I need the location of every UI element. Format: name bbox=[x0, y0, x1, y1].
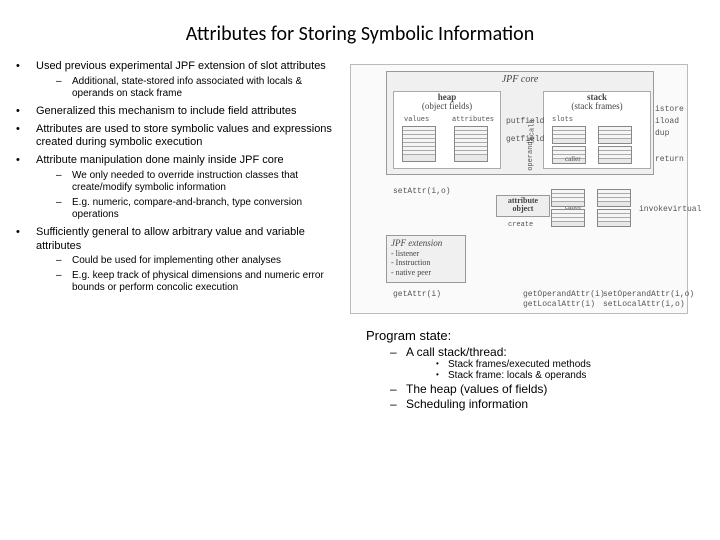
diagram-jpf-core-label: JPF core bbox=[502, 74, 539, 85]
diagram-return-label: return bbox=[655, 155, 684, 164]
bullet-4-sub-2: E.g. numeric, compare-and-branch, type c… bbox=[54, 197, 344, 222]
bullet-1: Used previous experimental JPF extension… bbox=[14, 60, 344, 101]
diagram-callee-slots-1 bbox=[551, 189, 585, 207]
diagram-heap-values-col bbox=[402, 126, 436, 162]
diagram-stack-box: stack (stack frames) slots locals operan… bbox=[543, 91, 651, 169]
bullet-5-sub-1: Could be used for implementing other ana… bbox=[54, 255, 344, 268]
diagram-heap-box: heap (object fields) values attributes bbox=[393, 91, 501, 169]
diagram-stack-attr-col-2 bbox=[598, 146, 632, 164]
diagram-callee-attr-1 bbox=[597, 189, 631, 207]
diagram-callee-attr-2 bbox=[597, 209, 631, 227]
program-state-stackframes: Stack frames/executed methods bbox=[434, 359, 694, 370]
diagram-putfield-label: putfield bbox=[506, 117, 544, 126]
bullet-5-sub-2: E.g. keep track of physical dimensions a… bbox=[54, 270, 344, 295]
diagram-heap-subtitle: (object fields) bbox=[422, 101, 472, 111]
diagram-stack-attr-col-1 bbox=[598, 126, 632, 144]
program-state-callstack-text: A call stack/thread: bbox=[406, 345, 507, 359]
diagram-istore-label: istore bbox=[655, 105, 684, 114]
content-row: Used previous experimental JPF extension… bbox=[0, 60, 720, 412]
bullet-5: Sufficiently general to allow arbitrary … bbox=[14, 226, 344, 295]
diagram-heap-values-label: values bbox=[404, 116, 429, 124]
diagram-jpf-ext-nativepeer: - native peer bbox=[391, 268, 461, 278]
diagram-setlocalattr-label: setLocalAttr(i,o) bbox=[603, 300, 685, 309]
diagram-invokevirtual-label: invokevirtual bbox=[639, 205, 701, 214]
diagram-attr-obj-l2: object bbox=[513, 204, 534, 213]
bullet-2: Generalized this mechanism to include fi… bbox=[14, 105, 344, 119]
diagram-stack-subtitle: (stack frames) bbox=[571, 101, 622, 111]
program-state-title: Program state: bbox=[366, 328, 694, 343]
diagram-getattr-label: getAttr(i) bbox=[393, 290, 441, 299]
program-state-stackframe-locals: Stack frame: locals & operands bbox=[434, 370, 694, 381]
program-state-scheduling: Scheduling information bbox=[388, 397, 694, 411]
diagram-caller-label: caller bbox=[565, 155, 581, 163]
diagram-jpf-extension-box: JPF extension - listener - Instruction -… bbox=[386, 235, 466, 283]
right-column: JPF core heap (object fields) values att… bbox=[344, 60, 694, 412]
diagram-heap-attr-col bbox=[454, 126, 488, 162]
architecture-diagram: JPF core heap (object fields) values att… bbox=[350, 64, 688, 314]
diagram-getlocalattr-label: getLocalAttr(i) bbox=[523, 300, 595, 309]
bullet-5-text: Sufficiently general to allow arbitrary … bbox=[36, 226, 305, 252]
bullet-3: Attributes are used to store symbolic va… bbox=[14, 123, 344, 151]
diagram-setoperandattr-label: setOperandAttr(i,o) bbox=[603, 290, 694, 299]
diagram-iload-label: iload bbox=[655, 117, 679, 126]
diagram-callee-slots-2 bbox=[551, 209, 585, 227]
bullet-1-text: Used previous experimental JPF extension… bbox=[36, 60, 326, 72]
bullet-1-sub-1: Additional, state-stored info associated… bbox=[54, 76, 344, 101]
diagram-attribute-object: attribute object bbox=[496, 195, 550, 217]
diagram-dup-label: dup bbox=[655, 129, 669, 138]
bullet-4-sub-1: We only needed to override instruction c… bbox=[54, 170, 344, 195]
diagram-getfield-label: getfield bbox=[506, 135, 544, 144]
bullet-column: Used previous experimental JPF extension… bbox=[14, 60, 344, 412]
diagram-stack-slots-label: slots bbox=[552, 116, 573, 124]
diagram-heap-attributes-label: attributes bbox=[452, 116, 494, 124]
program-state-section: Program state: A call stack/thread: Stac… bbox=[350, 328, 694, 411]
diagram-jpf-ext-instruction: - Instruction bbox=[391, 258, 461, 268]
diagram-jpf-ext-listener: - listener bbox=[391, 249, 461, 259]
program-state-callstack: A call stack/thread: Stack frames/execut… bbox=[388, 345, 694, 381]
diagram-jpf-ext-title: JPF extension bbox=[391, 238, 461, 249]
diagram-setattr-label: setAttr(i,o) bbox=[393, 187, 451, 196]
diagram-create-label: create bbox=[508, 221, 533, 229]
diagram-getoperandattr-label: getOperandAttr(i) bbox=[523, 290, 605, 299]
diagram-stack-slots-col-1 bbox=[552, 126, 586, 144]
bullet-4-text: Attribute manipulation done mainly insid… bbox=[36, 154, 284, 166]
bullet-4: Attribute manipulation done mainly insid… bbox=[14, 154, 344, 222]
slide-title: Attributes for Storing Symbolic Informat… bbox=[0, 0, 720, 60]
program-state-heap: The heap (values of fields) bbox=[388, 382, 694, 396]
